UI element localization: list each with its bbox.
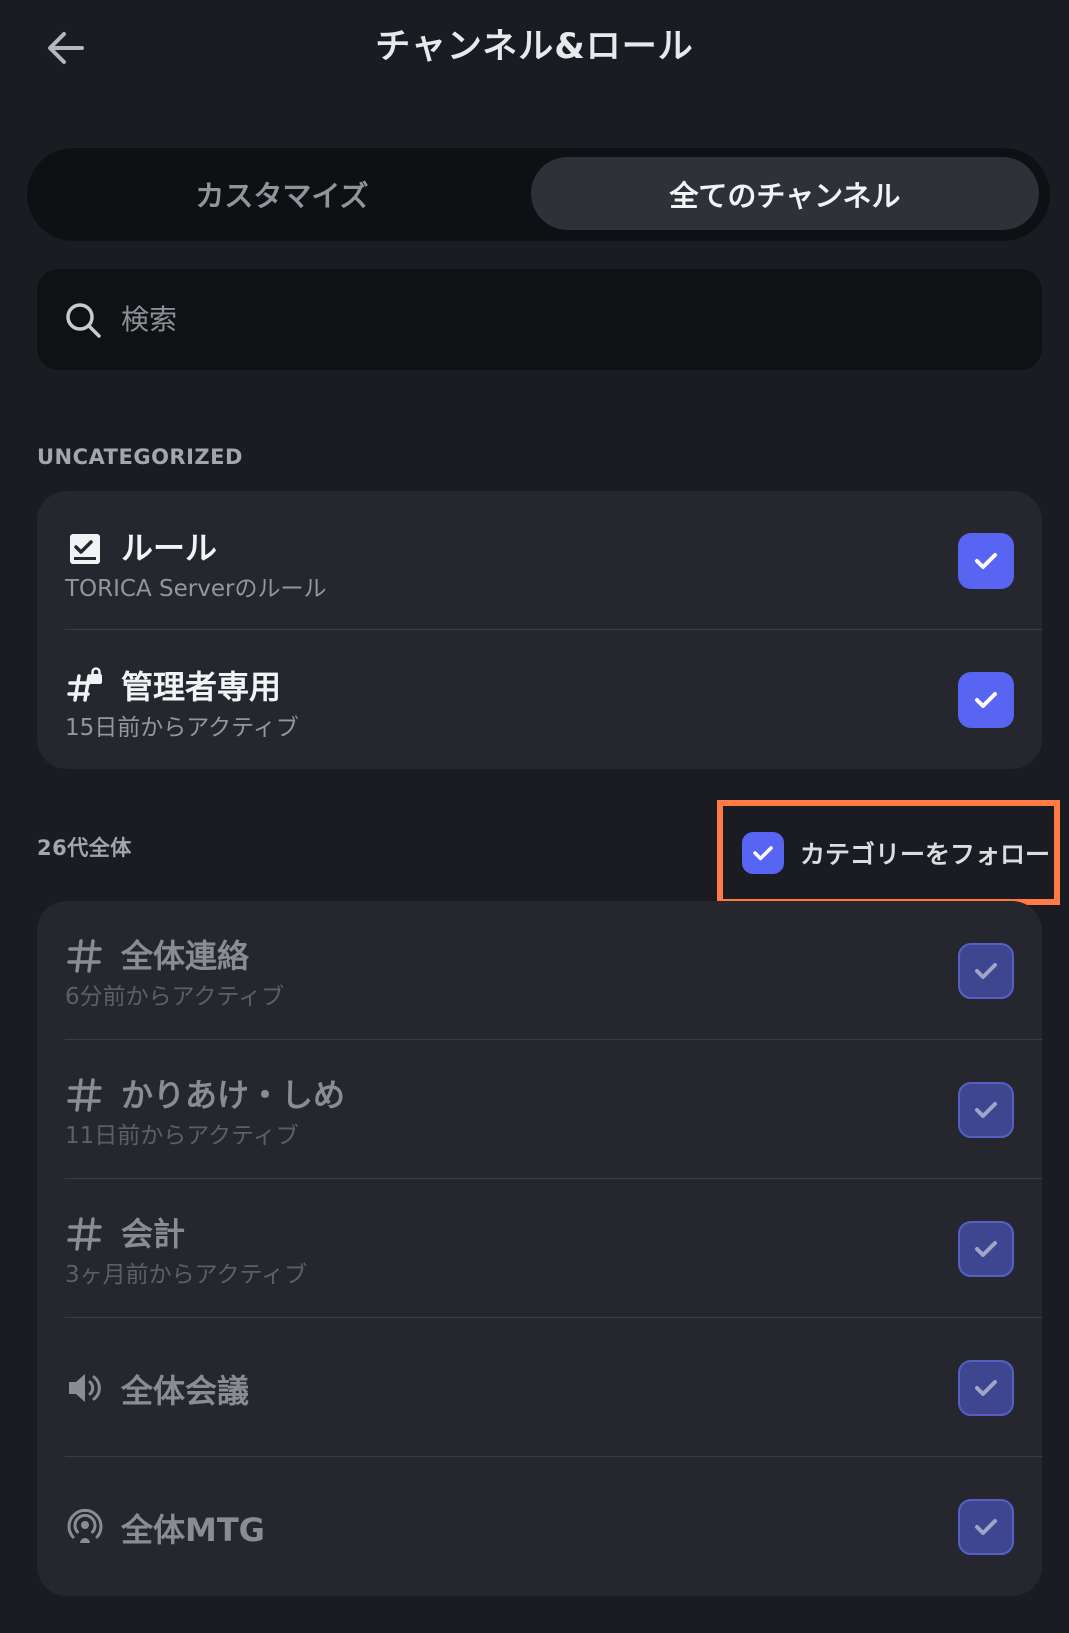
channel-checkbox[interactable] bbox=[958, 672, 1014, 728]
channel-name: 全体MTG bbox=[121, 1511, 265, 1549]
channel-name: 全体連絡 bbox=[121, 937, 250, 975]
check-icon bbox=[975, 1519, 997, 1535]
channel-name: 全体会議 bbox=[121, 1372, 250, 1410]
check-icon bbox=[975, 1102, 997, 1118]
channel-subtitle: 15日前からアクティブ bbox=[65, 715, 299, 741]
channel-row-zentai-kaigi[interactable]: 全体会議 bbox=[37, 1318, 1042, 1457]
search-bar[interactable] bbox=[37, 269, 1042, 370]
tab-switcher: カスタマイズ 全てのチャンネル bbox=[27, 148, 1050, 241]
section-label-26dai: 26代全体 bbox=[37, 836, 132, 860]
channel-row-rules[interactable]: ルール TORICA Serverのルール bbox=[37, 491, 1042, 630]
page-title: チャンネル&ロール bbox=[375, 27, 694, 67]
channel-subtitle: 11日前からアクティブ bbox=[65, 1123, 299, 1149]
tab-customize[interactable]: カスタマイズ bbox=[37, 157, 527, 230]
channel-name: かりあけ・しめ bbox=[121, 1076, 346, 1114]
channel-checkbox[interactable] bbox=[958, 1082, 1014, 1138]
channel-name: 管理者専用 bbox=[121, 668, 282, 706]
follow-label: カテゴリーをフォロー bbox=[800, 840, 1051, 869]
channel-name: 会計 bbox=[121, 1215, 186, 1253]
channel-checkbox[interactable] bbox=[958, 533, 1014, 589]
channel-name: ルール bbox=[121, 529, 218, 567]
channel-row-zentai-renraku[interactable]: 全体連絡 6分前からアクティブ bbox=[37, 901, 1042, 1040]
channel-subtitle: 3ヶ月前からアクティブ bbox=[65, 1262, 308, 1288]
follow-checkbox[interactable] bbox=[742, 832, 784, 874]
channel-list-26dai: 全体連絡 6分前からアクティブ かりあけ・しめ 11日前からアクティブ 会計 3… bbox=[37, 901, 1042, 1596]
check-icon bbox=[975, 963, 997, 979]
channel-checkbox[interactable] bbox=[958, 1499, 1014, 1555]
channel-subtitle: TORICA Serverのルール bbox=[65, 576, 327, 602]
check-icon bbox=[975, 1380, 997, 1396]
channel-row-zentai-mtg[interactable]: 全体MTG bbox=[37, 1457, 1042, 1596]
channel-checkbox[interactable] bbox=[958, 1360, 1014, 1416]
stage-icon bbox=[65, 1507, 105, 1547]
hashtag-icon bbox=[65, 935, 105, 975]
channel-subtitle: 6分前からアクティブ bbox=[65, 984, 285, 1010]
rules-icon bbox=[65, 529, 105, 569]
check-icon bbox=[753, 846, 773, 861]
speaker-icon bbox=[65, 1368, 105, 1408]
search-input[interactable] bbox=[119, 302, 1023, 337]
channel-checkbox[interactable] bbox=[958, 1221, 1014, 1277]
check-icon bbox=[975, 692, 997, 708]
channel-checkbox[interactable] bbox=[958, 943, 1014, 999]
check-icon bbox=[975, 1241, 997, 1257]
follow-category-toggle[interactable]: カテゴリーをフォロー bbox=[742, 832, 1050, 874]
locked-hashtag-icon bbox=[65, 666, 105, 706]
channel-row-kariake-shime[interactable]: かりあけ・しめ 11日前からアクティブ bbox=[37, 1040, 1042, 1179]
channel-row-kaikei[interactable]: 会計 3ヶ月前からアクティブ bbox=[37, 1179, 1042, 1318]
channel-row-admin[interactable]: 管理者専用 15日前からアクティブ bbox=[37, 630, 1042, 769]
check-icon bbox=[975, 553, 997, 569]
header: チャンネル&ロール bbox=[0, 0, 1069, 96]
hashtag-icon bbox=[65, 1213, 105, 1253]
hashtag-icon bbox=[65, 1074, 105, 1114]
search-icon bbox=[66, 302, 101, 338]
channel-list-uncategorized: ルール TORICA Serverのルール 管理者専用 15日前からアクティブ bbox=[37, 491, 1042, 769]
section-label-uncategorized: UNCATEGORIZED bbox=[37, 445, 243, 469]
tab-all-channels[interactable]: 全てのチャンネル bbox=[531, 157, 1039, 230]
